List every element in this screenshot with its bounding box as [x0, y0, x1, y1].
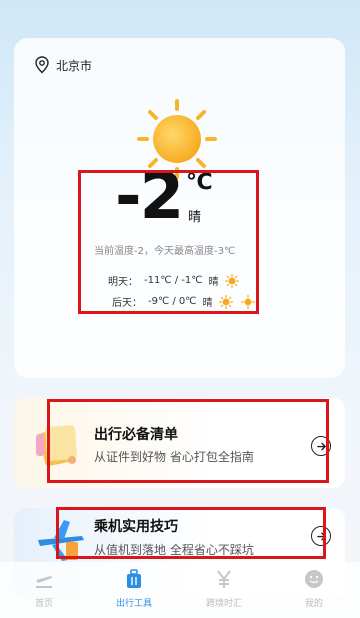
nav-label: 首页 [34, 599, 53, 609]
nav-exchange[interactable]: 跨境时汇 [194, 568, 254, 609]
highlight-box [47, 399, 329, 483]
plane-land-icon [36, 576, 52, 588]
location-city: 北京市 [56, 58, 93, 73]
nav-profile[interactable]: 我的 [284, 568, 344, 609]
yen-icon [217, 570, 231, 588]
nav-label: 我的 [304, 599, 323, 609]
bottom-nav: 首页 出行工具 跨境时汇 我的 [0, 562, 360, 618]
smiley-icon [305, 570, 323, 588]
nav-home[interactable]: 首页 [14, 568, 74, 609]
nav-travel-tools[interactable]: 出行工具 [104, 568, 164, 609]
highlight-box [56, 507, 326, 559]
location[interactable]: 北京市 [34, 56, 92, 74]
nav-label: 出行工具 [115, 599, 152, 609]
highlight-box [78, 170, 259, 314]
suitcase-icon [127, 569, 141, 588]
location-pin-icon [35, 56, 49, 74]
nav-label: 跨境时汇 [205, 599, 242, 609]
